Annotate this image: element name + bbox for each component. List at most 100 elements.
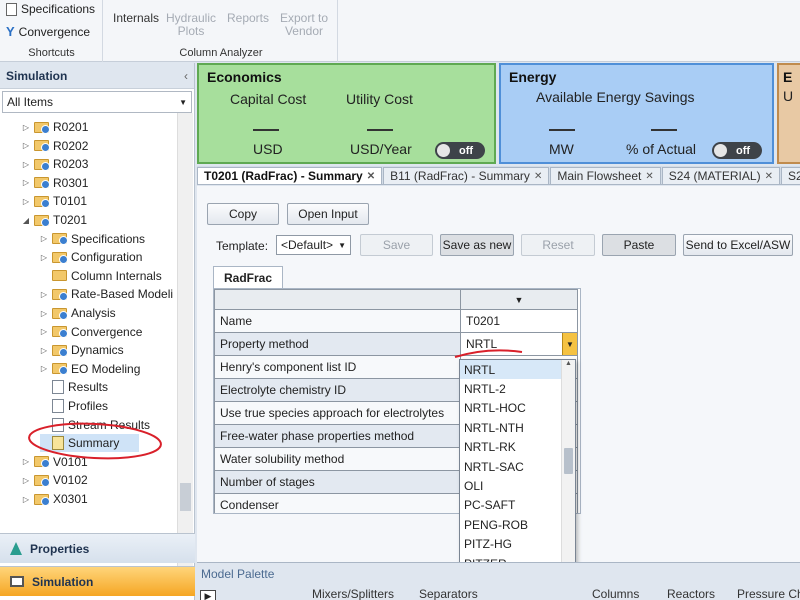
tree-item[interactable]: ▷ R0202 (22, 137, 88, 155)
property-method-field[interactable]: NRTL ▼ (460, 332, 578, 356)
energy-toggle[interactable]: off (712, 142, 762, 159)
expanded-icon[interactable]: ◢ (22, 216, 30, 225)
collapsed-icon[interactable]: ▷ (22, 495, 30, 504)
collapsed-icon[interactable]: ▷ (22, 197, 30, 206)
dropdown-button-icon[interactable]: ▼ (562, 333, 577, 355)
tree-item[interactable]: ▷ Specifications (40, 230, 145, 248)
tree-item[interactable]: ▷ R0301 (22, 174, 88, 192)
flowsheet-icon (10, 576, 24, 587)
grid-header-column[interactable]: ▼ (460, 289, 578, 310)
collapsed-icon[interactable]: ▷ (22, 476, 30, 485)
nav-properties[interactable]: Properties (0, 533, 195, 563)
export-to-vendor-button[interactable]: Export to Vendor (274, 12, 334, 38)
economics-dashboard[interactable]: Economics Capital Cost Utility Cost USD … (197, 63, 496, 164)
tab-radfrac[interactable]: RadFrac (213, 266, 283, 288)
scroll-thumb[interactable] (180, 483, 191, 511)
dropdown-option[interactable]: PITZ-HG (460, 535, 575, 554)
tree-item[interactable]: Results (40, 378, 108, 396)
grid-row-label: Water solubility method (214, 447, 461, 471)
collapsed-icon[interactable]: ▷ (22, 178, 30, 187)
close-icon[interactable]: ✕ (534, 171, 542, 182)
tree-item[interactable]: ▷ T0101 (22, 192, 87, 210)
tree-item[interactable]: ▷ Rate-Based Modeli (40, 285, 173, 303)
reset-button[interactable]: Reset (521, 234, 595, 256)
copy-button[interactable]: Copy (207, 203, 279, 225)
document-tab[interactable]: Main Flowsheet ✕ (550, 167, 661, 184)
grid-row-value[interactable]: T0201 (460, 309, 578, 333)
internals-button[interactable]: Internals (108, 12, 164, 25)
dropdown-option[interactable]: NRTL-NTH (460, 418, 575, 437)
tree-item[interactable]: ▷ R0203 (22, 155, 88, 173)
nav-simulation[interactable]: Simulation (0, 566, 195, 596)
shortcut-specifications[interactable]: Specifications (6, 2, 95, 16)
tree-item[interactable]: ▷ Analysis (40, 304, 116, 322)
palette-tab[interactable]: Mixers/Splitters (312, 587, 394, 600)
dropdown-option[interactable]: PENG-ROB (460, 515, 575, 534)
collapsed-icon[interactable]: ▷ (40, 327, 48, 336)
tree-vertical-scrollbar[interactable] (177, 113, 193, 578)
collapsed-icon[interactable]: ▷ (40, 364, 48, 373)
filter-dropdown[interactable]: All Items ▼ (2, 91, 192, 113)
tree-item[interactable]: ◢ T0201 (22, 211, 87, 229)
tree-item[interactable]: ▷ EO Modeling (40, 360, 140, 378)
tree-item[interactable]: ▷ V0102 (22, 471, 88, 489)
document-tab[interactable]: B11 (RadFrac) - Summary ✕ (383, 167, 550, 184)
collapsed-icon[interactable]: ▷ (22, 160, 30, 169)
open-input-button[interactable]: Open Input (287, 203, 369, 225)
dropdown-option[interactable]: NRTL-SAC (460, 457, 575, 476)
document-tab[interactable]: S24 (MATERIAL) ✕ (661, 167, 780, 184)
paste-button[interactable]: Paste (602, 234, 676, 256)
tree-item[interactable]: Profiles (40, 397, 108, 415)
collapsed-icon[interactable]: ▷ (40, 290, 48, 299)
tree-item[interactable]: ▷ X0301 (22, 490, 88, 508)
scroll-up-icon[interactable]: ▲ (565, 360, 572, 367)
document-tab[interactable]: S24 (780, 167, 800, 184)
third-dashboard[interactable]: E U (777, 63, 800, 164)
palette-tab[interactable]: Columns (592, 587, 639, 600)
hydraulic-plots-button[interactable]: Hydraulic Plots (162, 12, 220, 38)
shortcut-convergence[interactable]: Y Convergence (6, 24, 90, 39)
palette-tab[interactable]: Separators (419, 587, 478, 600)
document-tab[interactable]: T0201 (RadFrac) - Summary ✕ (197, 167, 383, 184)
toggle-knob (714, 144, 727, 157)
close-icon[interactable]: ✕ (645, 171, 653, 182)
dropdown-scroll-thumb[interactable] (564, 448, 573, 474)
dropdown-option[interactable]: OLI (460, 476, 575, 495)
dropdown-option[interactable]: NRTL-2 (460, 379, 575, 398)
tree-item[interactable]: Summary (40, 434, 140, 453)
tree-item[interactable]: Stream Results (40, 416, 150, 434)
tree-item[interactable]: ▷ R0201 (22, 118, 88, 136)
utility-cost-value (367, 129, 393, 131)
reports-button[interactable]: Reports (222, 12, 274, 25)
collapsed-icon[interactable]: ▷ (22, 457, 30, 466)
close-icon[interactable]: ✕ (765, 171, 773, 182)
tree-item[interactable]: Column Internals (40, 267, 162, 285)
collapsed-icon[interactable]: ▷ (40, 234, 48, 243)
template-select[interactable]: <Default> ▼ (276, 235, 351, 255)
dropdown-option[interactable]: NRTL (460, 360, 575, 380)
tree-item[interactable]: ▷ Dynamics (40, 341, 124, 359)
tree-item[interactable]: ▷ Convergence (40, 323, 142, 341)
collapsed-icon[interactable]: ▷ (22, 141, 30, 150)
collapsed-icon[interactable]: ▷ (40, 253, 48, 262)
dropdown-option[interactable]: PC-SAFT (460, 496, 575, 515)
send-to-excel-button[interactable]: Send to Excel/ASW (683, 234, 793, 256)
tree-item[interactable]: ▷ V0101 (22, 453, 88, 471)
palette-tab[interactable]: Reactors (667, 587, 715, 600)
play-icon[interactable]: ▶ (200, 590, 216, 600)
palette-tab[interactable]: Pressure Ch (737, 587, 800, 600)
grid-row-label: Property method (214, 332, 461, 356)
save-as-new-button[interactable]: Save as new (440, 234, 514, 256)
collapsed-icon[interactable]: ▷ (40, 346, 48, 355)
collapsed-icon[interactable]: ▷ (40, 309, 48, 318)
energy-dashboard[interactable]: Energy Available Energy Savings MW % of … (499, 63, 774, 164)
economics-toggle[interactable]: off (435, 142, 485, 159)
collapse-pane-icon[interactable]: ‹ (184, 69, 188, 83)
close-icon[interactable]: ✕ (367, 171, 375, 182)
dropdown-option[interactable]: NRTL-RK (460, 438, 575, 457)
save-button[interactable]: Save (360, 234, 433, 256)
collapsed-icon[interactable]: ▷ (22, 123, 30, 132)
tree-item-label: R0201 (53, 120, 89, 134)
dropdown-option[interactable]: NRTL-HOC (460, 399, 575, 418)
tree-item[interactable]: ▷ Configuration (40, 248, 142, 266)
